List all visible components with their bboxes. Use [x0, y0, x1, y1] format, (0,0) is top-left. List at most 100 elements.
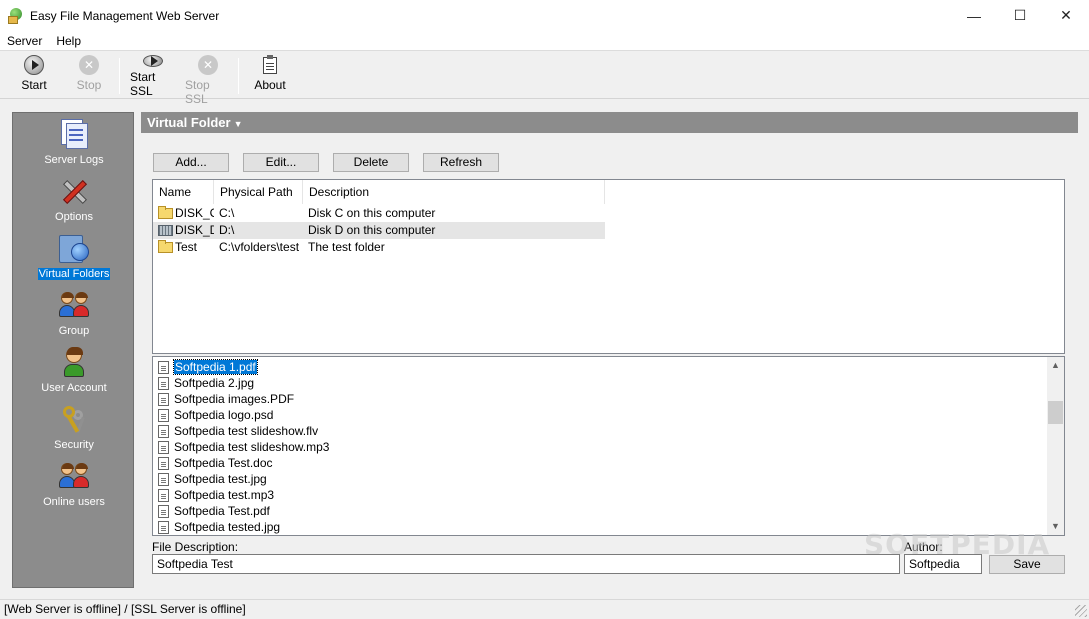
table-row[interactable]: DISK_D D:\ Disk D on this computer	[153, 222, 605, 239]
folder-icon	[158, 206, 173, 219]
list-item[interactable]: Softpedia Test.doc	[158, 455, 273, 471]
menu-server[interactable]: Server	[0, 31, 49, 51]
list-item[interactable]: Softpedia test slideshow.flv	[158, 423, 318, 439]
sidebar-item-options[interactable]: Options	[13, 172, 135, 229]
file-icon	[158, 424, 169, 438]
chevron-down-icon: ▼	[233, 119, 243, 129]
physical-path: D:\	[219, 223, 235, 237]
stop-ssl-button[interactable]: ✕ Stop SSL	[185, 55, 231, 106]
about-label: About	[254, 78, 286, 92]
file-icon	[158, 408, 169, 422]
file-name: Softpedia tested.jpg	[174, 520, 281, 534]
refresh-button[interactable]: Refresh	[423, 153, 499, 172]
list-item[interactable]: Softpedia images.PDF	[158, 391, 294, 407]
stop-button[interactable]: ✕ Stop	[74, 55, 104, 97]
file-icon	[158, 376, 169, 390]
virtual-folders-icon	[57, 231, 91, 265]
folder-name: DISK_C	[175, 206, 214, 220]
author-field[interactable]: Softpedia	[904, 554, 982, 574]
menu-help[interactable]: Help	[49, 31, 88, 51]
close-button[interactable]: ✕	[1043, 0, 1089, 31]
list-item[interactable]: Softpedia Test.pdf	[158, 503, 270, 519]
list-item[interactable]: Softpedia test.mp3	[158, 487, 274, 503]
about-button[interactable]: About	[252, 55, 288, 97]
virtual-folder-dropdown[interactable]: Virtual Folder ▼	[141, 112, 1078, 133]
physical-path: C:\vfolders\test	[219, 240, 300, 254]
stop-icon: ✕	[198, 55, 218, 75]
file-icon	[158, 360, 169, 374]
window-controls: — ☐ ✕	[951, 0, 1089, 31]
scrollbar-thumb[interactable]	[1048, 401, 1063, 424]
file-description-field[interactable]: Softpedia Test	[152, 554, 900, 574]
sidebar-item-label: Security	[54, 439, 94, 451]
column-header-physical-path[interactable]: Physical Path	[214, 180, 303, 204]
table-row[interactable]: Test C:\vfolders\test The test folder	[153, 239, 605, 256]
sidebar-item-label: User Account	[41, 382, 107, 394]
panel-title: Virtual Folder	[147, 115, 231, 130]
save-button[interactable]: Save	[989, 555, 1065, 574]
list-item[interactable]: Softpedia test.jpg	[158, 471, 267, 487]
sidebar-item-group[interactable]: Group	[13, 286, 135, 343]
list-item[interactable]: Softpedia tested.jpg	[158, 519, 280, 535]
file-name: Softpedia test.mp3	[174, 488, 275, 502]
file-name: Softpedia test slideshow.flv	[174, 424, 319, 438]
drive-icon	[158, 225, 173, 236]
list-item[interactable]: Softpedia test slideshow.mp3	[158, 439, 329, 455]
sidebar-item-label: Server Logs	[44, 154, 104, 166]
start-ssl-label: Start SSL	[130, 70, 156, 98]
sidebar-item-virtual-folders[interactable]: Virtual Folders	[13, 229, 135, 286]
server-logs-icon	[57, 117, 91, 151]
list-item[interactable]: Softpedia 2.jpg	[158, 375, 254, 391]
toolbar-separator	[238, 58, 239, 94]
virtual-folders-table[interactable]: Name Physical Path Description DISK_C C:…	[152, 179, 1065, 354]
start-ssl-button[interactable]: Start SSL	[130, 55, 176, 98]
list-item[interactable]: Softpedia logo.psd	[158, 407, 273, 423]
sidebar-item-label: Online users	[43, 496, 105, 508]
file-name: Softpedia Test.doc	[174, 456, 273, 470]
folder-description: Disk D on this computer	[308, 223, 436, 237]
file-name: Softpedia test.jpg	[174, 472, 267, 486]
file-icon	[158, 504, 169, 518]
column-header-name[interactable]: Name	[153, 180, 214, 204]
file-list[interactable]: Softpedia 1.pdf Softpedia 2.jpg Softpedi…	[152, 356, 1065, 536]
sidebar-item-online-users[interactable]: Online users	[13, 457, 135, 514]
group-icon	[57, 288, 91, 322]
toolbar-separator	[119, 58, 120, 94]
file-description-label: File Description:	[152, 540, 239, 554]
vertical-scrollbar[interactable]: ▲ ▼	[1047, 357, 1064, 535]
table-row[interactable]: DISK_C C:\ Disk C on this computer	[153, 205, 605, 222]
maximize-button[interactable]: ☐	[997, 0, 1043, 31]
sidebar-item-server-logs[interactable]: Server Logs	[13, 115, 135, 172]
list-item[interactable]: Softpedia 1.pdf	[158, 359, 258, 375]
file-name: Softpedia 1.pdf	[173, 359, 258, 375]
folder-description: The test folder	[308, 240, 385, 254]
edit-button[interactable]: Edit...	[243, 153, 319, 172]
add-button[interactable]: Add...	[153, 153, 229, 172]
toolbar: Start ✕ Stop Start SSL ✕ Stop SSL About	[0, 52, 1089, 106]
start-button[interactable]: Start	[19, 55, 49, 97]
play-icon	[24, 55, 44, 75]
scroll-up-icon[interactable]: ▲	[1047, 357, 1064, 374]
folder-name: Test	[175, 240, 198, 254]
folder-name: DISK_D	[175, 223, 214, 237]
file-icon	[158, 456, 169, 470]
status-text: [Web Server is offline] / [SSL Server is…	[4, 602, 246, 616]
resize-grip-icon[interactable]	[1075, 605, 1087, 617]
window-title: Easy File Management Web Server	[30, 8, 220, 23]
file-icon	[158, 520, 169, 534]
clipboard-icon	[260, 55, 280, 75]
sidebar-item-user-account[interactable]: User Account	[13, 343, 135, 400]
sidebar-item-label: Virtual Folders	[37, 268, 111, 280]
column-header-description[interactable]: Description	[303, 180, 605, 204]
minimize-button[interactable]: —	[951, 0, 997, 31]
table-header: Name Physical Path Description	[153, 180, 605, 204]
file-name: Softpedia 2.jpg	[174, 376, 255, 390]
sidebar-item-security[interactable]: Security	[13, 400, 135, 457]
start-label: Start	[21, 78, 47, 92]
delete-button[interactable]: Delete	[333, 153, 409, 172]
file-name: Softpedia test slideshow.mp3	[174, 440, 330, 454]
online-users-icon	[57, 459, 91, 493]
sidebar-item-label: Group	[58, 325, 90, 337]
file-icon	[158, 472, 169, 486]
app-icon	[8, 7, 24, 24]
